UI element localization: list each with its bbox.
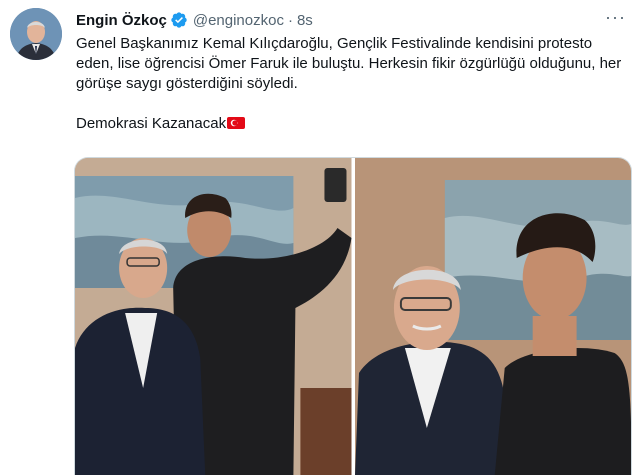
tweet-media[interactable] [74,157,632,475]
author-name[interactable]: Engin Özkoç [76,12,167,29]
photo-selfie-1[interactable] [75,158,352,475]
tweet-paragraph-1: Genel Başkanımız Kemal Kılıçdaroğlu, Gen… [76,35,622,92]
author-avatar[interactable] [10,8,62,60]
tweet-hashtag-text: Demokrasi Kazanacak [76,115,227,132]
photo-selfie-2[interactable] [354,158,631,475]
author-handle[interactable]: @enginozkoc [193,12,284,29]
tweet-header: Engin Özkoç @enginozkoc · 8s [76,9,313,31]
separator-dot: · [287,11,293,29]
turkey-flag-icon [227,117,246,129]
more-icon[interactable]: ··· [605,8,626,26]
tweet-paragraph-2: Demokrasi Kazanacak [76,114,624,134]
avatar-photo [10,8,62,60]
tweet-timestamp[interactable]: 8s [297,12,313,29]
tweet-text: Genel Başkanımız Kemal Kılıçdaroğlu, Gen… [76,34,624,134]
verified-badge-icon [170,11,188,29]
